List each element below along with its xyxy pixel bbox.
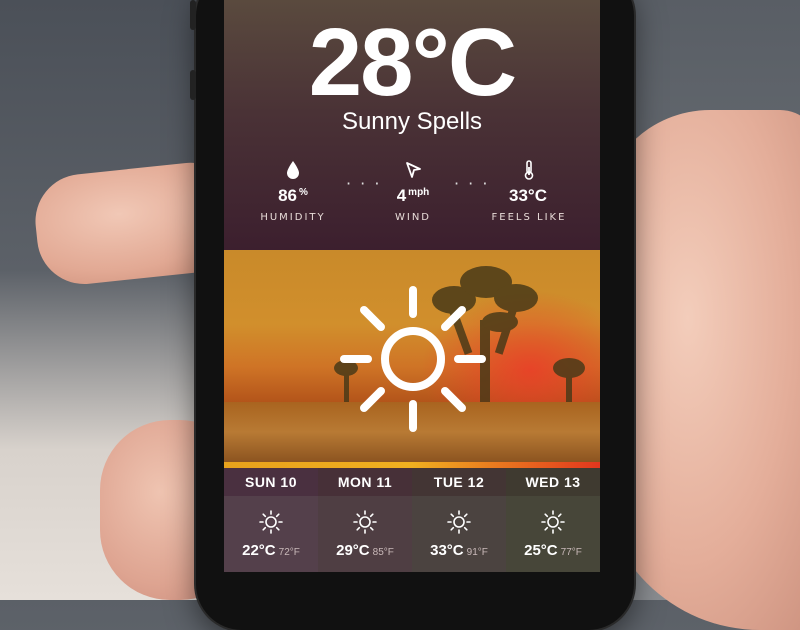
forecast-day-body: 25°C 77°F — [506, 496, 600, 572]
forecast-day-body: 33°C 91°F — [412, 496, 506, 572]
wind-value: 4 mph — [396, 186, 430, 205]
sun-icon — [259, 510, 283, 534]
forecast-temp: 29°C 85°F — [336, 542, 394, 559]
current-condition: Sunny Spells — [341, 108, 483, 135]
forecast-day-sun[interactable]: SUN 10 22°C 72°F — [224, 468, 318, 572]
location-arrow-icon — [406, 162, 421, 178]
phone-side-button — [190, 0, 196, 30]
forecast-temp: 25°C 77°F — [524, 542, 582, 559]
forecast-day-mon[interactable]: MON 11 29°C 85°F — [318, 468, 412, 572]
forecast-strip: SUN 10 22°C72°F MON 11 29°C85°F TUE 12 — [224, 468, 600, 572]
wind-label: WIND — [394, 212, 432, 223]
humidity-label: HUMIDITY — [260, 212, 326, 223]
weather-app-screen: 28°C Sunny Spells 86% HUMIDITY · · · 4 mp… — [224, 0, 600, 572]
feels-like-label: FEELS LIKE — [491, 212, 567, 223]
forecast-day-tue[interactable]: TUE 12 33°C 91°F — [412, 468, 506, 572]
sun-icon — [340, 286, 486, 432]
phone-volume-button — [190, 70, 196, 100]
forecast-temp: 33°C 91°F — [430, 542, 488, 559]
forecast-day-label: MON 11 — [318, 468, 412, 496]
humidity-value: 86% — [278, 186, 308, 205]
stat-wind: 4 mph WIND — [358, 160, 468, 223]
forecast-day-label: TUE 12 — [412, 468, 506, 496]
water-drop-icon — [287, 161, 299, 179]
feels-like-value: 33°C — [509, 186, 547, 205]
stat-humidity: 86% HUMIDITY — [238, 160, 348, 223]
thermometer-icon — [524, 160, 534, 180]
sun-icon — [353, 510, 377, 534]
forecast-day-wed[interactable]: WED 13 25°C 77°F — [506, 468, 600, 572]
forecast-temp: 22°C 72°F — [242, 542, 300, 559]
sun-icon — [447, 510, 471, 534]
forecast-day-body: 29°C 85°F — [318, 496, 412, 572]
weather-background-photo — [224, 250, 600, 462]
forecast-day-body: 22°C 72°F — [224, 496, 318, 572]
current-temperature: 28°C — [308, 9, 518, 116]
forecast-day-label: WED 13 — [506, 468, 600, 496]
forecast-day-label: SUN 10 — [224, 468, 318, 496]
current-weather-panel: 28°C Sunny Spells 86% HUMIDITY · · · 4 mp… — [224, 0, 600, 250]
stat-feels-like: 33°C FEELS LIKE — [474, 160, 584, 223]
sun-icon — [541, 510, 565, 534]
